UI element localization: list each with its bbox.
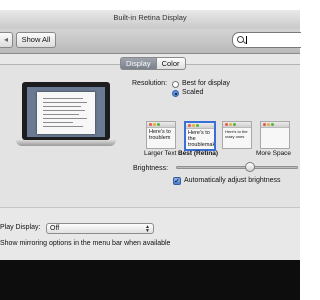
radio-best-for-display[interactable] [172,81,179,88]
scale-option-best-retina[interactable]: Here's to the troublemake [184,121,216,151]
text-caret [246,36,247,44]
resolution-label: Resolution: [132,80,168,87]
scale-option-sample-text: Here's to the troublemake [188,130,216,148]
scale-option-more-1[interactable]: Here's to the crazy ones [222,121,252,149]
laptop-illustration [16,82,116,150]
show-all-button[interactable]: Show All [16,32,56,48]
chevron-left-icon: ◂ [3,35,8,44]
scaled-resolution-options: Here's to troublem Here's to the trouble… [140,121,300,171]
tab-display[interactable]: Display [120,57,157,70]
tab-color[interactable]: Color [156,57,186,70]
search-field[interactable] [232,32,301,48]
title-bar: Built-in Retina Display [0,10,300,30]
brightness-slider-track[interactable] [176,166,298,169]
desktop-background [0,260,300,300]
scale-option-sample-text [261,128,289,130]
caption-more-space: More Space [256,150,292,157]
scale-option-more-space[interactable] [260,121,290,149]
caption-best-retina: Best (Retina) [178,150,219,157]
laptop-screen [27,87,105,137]
caption-larger-text: Larger Text [144,150,177,157]
window-title: Built-in Retina Display [113,13,187,22]
airplay-display-label: Play Display: [0,224,41,231]
brightness-label: Brightness: [133,165,169,172]
updown-arrows-icon: ▲ ▼ [145,224,150,234]
screen-document-window [37,92,95,134]
airplay-display-popup[interactable]: Off ▲ ▼ [46,223,154,234]
search-icon [237,36,244,43]
top-edge [0,0,300,10]
auto-brightness-label[interactable]: Automatically adjust brightness [184,177,281,184]
tab-bar: Display Color [120,57,186,70]
scale-option-sample-text: Here's to troublem [149,129,171,141]
preferences-window: Built-in Retina Display ◂ Show All Displ… [0,10,301,260]
mirroring-option-label[interactable]: Show mirroring options in the menu bar w… [0,240,170,247]
toolbar: ◂ Show All [0,29,301,54]
airplay-selected-value: Off [50,225,60,232]
radio-scaled-label[interactable]: Scaled [182,89,203,96]
scale-option-larger-text[interactable]: Here's to troublem [146,121,176,149]
laptop-base [16,140,116,146]
auto-brightness-checkbox[interactable]: ✓ [173,177,181,185]
laptop-lid [22,82,110,140]
scale-option-sample-text: Here's to the crazy ones [225,129,248,139]
radio-best-for-display-label[interactable]: Best for display [182,80,230,87]
back-button[interactable]: ◂ [0,32,13,48]
radio-scaled[interactable] [172,90,179,97]
